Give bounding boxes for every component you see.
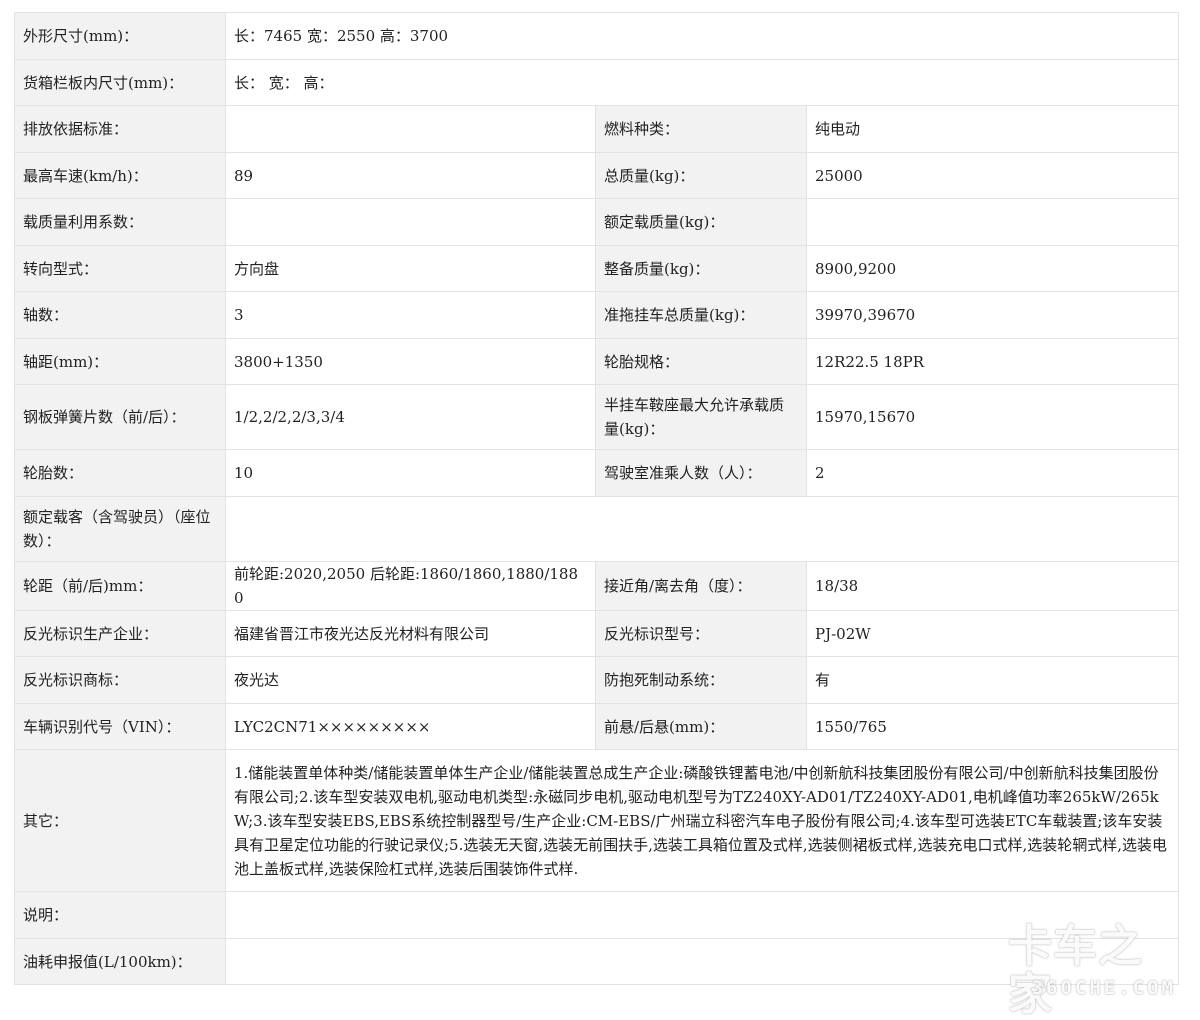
dimensions-label: 外形尺寸(mm)： bbox=[14, 12, 226, 60]
curb-mass-label: 整备质量(kg)： bbox=[595, 245, 807, 292]
tire-count-value: 10 bbox=[225, 449, 596, 497]
vehicle-spec-table: 外形尺寸(mm)： 长：7465 宽：2550 高：3700 货箱栏板内尺寸(m… bbox=[14, 12, 1180, 985]
saddle-load-value: 15970,15670 bbox=[805, 384, 1180, 450]
description-label: 说明： bbox=[14, 891, 226, 939]
fuel-consumption-label: 油耗申报值(L/100km)： bbox=[14, 938, 226, 985]
row-emission: 排放依据标准： 燃料种类： 纯电动 bbox=[14, 105, 1180, 153]
rated-load-label: 额定载质量(kg)： bbox=[595, 198, 807, 246]
approach-angle-value: 18/38 bbox=[805, 561, 1180, 611]
emission-value bbox=[225, 105, 596, 153]
reflector-brand-label: 反光标识商标： bbox=[14, 656, 226, 704]
row-axles: 轴数： 3 准拖挂车总质量(kg)： 39970,39670 bbox=[14, 291, 1180, 339]
other-label: 其它： bbox=[14, 749, 226, 892]
springs-label: 钢板弹簧片数（前/后）： bbox=[14, 384, 226, 450]
track-value: 前轮距:2020,2050 后轮距:1860/1860,1880/1880 bbox=[225, 561, 596, 611]
fuel-type-value: 纯电动 bbox=[805, 105, 1180, 153]
row-tires: 轮胎数： 10 驾驶室准乘人数（人）： 2 bbox=[14, 449, 1180, 497]
reflector-maker-value: 福建省晋江市夜光达反光材料有限公司 bbox=[225, 610, 596, 657]
passengers-value bbox=[224, 496, 1180, 562]
dimensions-value: 长：7465 宽：2550 高：3700 bbox=[224, 12, 1180, 60]
row-cargo-box: 货箱栏板内尺寸(mm)： 长： 宽： 高： bbox=[14, 59, 1180, 106]
row-load-util: 载质量利用系数： 额定载质量(kg)： bbox=[14, 198, 1180, 246]
row-passengers: 额定载客（含驾驶员）（座位数）： bbox=[14, 496, 1180, 562]
row-wheelbase: 轴距(mm)： 3800+1350 轮胎规格： 12R22.5 18PR bbox=[14, 338, 1180, 385]
load-util-value bbox=[225, 198, 596, 246]
springs-value: 1/2,2/2,2/3,3/4 bbox=[225, 384, 596, 450]
approach-angle-label: 接近角/离去角（度）： bbox=[595, 561, 807, 611]
cargo-box-value: 长： 宽： 高： bbox=[224, 59, 1180, 106]
row-description: 说明： bbox=[14, 891, 1180, 939]
row-reflector-maker: 反光标识生产企业： 福建省晋江市夜光达反光材料有限公司 反光标识型号： PJ-0… bbox=[14, 610, 1180, 657]
fuel-consumption-value bbox=[224, 938, 1180, 985]
row-reflector-brand: 反光标识商标： 夜光达 防抱死制动系统： 有 bbox=[14, 656, 1180, 704]
row-max-speed: 最高车速(km/h)： 89 总质量(kg)： 25000 bbox=[14, 152, 1180, 199]
cab-seats-label: 驾驶室准乘人数（人）： bbox=[595, 449, 807, 497]
tire-spec-value: 12R22.5 18PR bbox=[805, 338, 1180, 385]
gross-mass-label: 总质量(kg)： bbox=[595, 152, 807, 199]
wheelbase-label: 轴距(mm)： bbox=[14, 338, 226, 385]
wheelbase-value: 3800+1350 bbox=[225, 338, 596, 385]
steering-value: 方向盘 bbox=[225, 245, 596, 292]
row-steering: 转向型式： 方向盘 整备质量(kg)： 8900,9200 bbox=[14, 245, 1180, 292]
row-springs: 钢板弹簧片数（前/后）： 1/2,2/2,2/3,3/4 半挂车鞍座最大允许承载… bbox=[14, 384, 1180, 450]
emission-label: 排放依据标准： bbox=[14, 105, 226, 153]
reflector-model-value: PJ-02W bbox=[805, 610, 1180, 657]
vin-label: 车辆识别代号（VIN）： bbox=[14, 703, 226, 750]
vin-value: LYC2CN71××××××××× bbox=[225, 703, 596, 750]
gross-mass-value: 25000 bbox=[805, 152, 1180, 199]
axles-label: 轴数： bbox=[14, 291, 226, 339]
max-speed-value: 89 bbox=[225, 152, 596, 199]
overhang-label: 前悬/后悬(mm)： bbox=[595, 703, 807, 750]
fuel-type-label: 燃料种类： bbox=[595, 105, 807, 153]
load-util-label: 载质量利用系数： bbox=[14, 198, 226, 246]
cab-seats-value: 2 bbox=[805, 449, 1180, 497]
axles-value: 3 bbox=[225, 291, 596, 339]
reflector-model-label: 反光标识型号： bbox=[595, 610, 807, 657]
row-other: 其它： 1.储能装置单体种类/储能装置单体生产企业/储能装置总成生产企业:磷酸铁… bbox=[14, 749, 1180, 892]
trailer-mass-value: 39970,39670 bbox=[805, 291, 1180, 339]
row-vin: 车辆识别代号（VIN）： LYC2CN71××××××××× 前悬/后悬(mm)… bbox=[14, 703, 1180, 750]
curb-mass-value: 8900,9200 bbox=[805, 245, 1180, 292]
tire-spec-label: 轮胎规格： bbox=[595, 338, 807, 385]
cargo-box-label: 货箱栏板内尺寸(mm)： bbox=[14, 59, 226, 106]
saddle-load-label: 半挂车鞍座最大允许承载质量(kg)： bbox=[595, 384, 807, 450]
row-dimensions: 外形尺寸(mm)： 长：7465 宽：2550 高：3700 bbox=[14, 12, 1180, 60]
abs-label: 防抱死制动系统： bbox=[595, 656, 807, 704]
abs-value: 有 bbox=[805, 656, 1180, 704]
overhang-value: 1550/765 bbox=[805, 703, 1180, 750]
row-fuel-consumption: 油耗申报值(L/100km)： bbox=[14, 938, 1180, 985]
passengers-label: 额定载客（含驾驶员）（座位数）： bbox=[14, 496, 226, 562]
steering-label: 转向型式： bbox=[14, 245, 226, 292]
other-notes: 1.储能装置单体种类/储能装置单体生产企业/储能装置总成生产企业:磷酸铁锂蓄电池… bbox=[224, 749, 1180, 892]
max-speed-label: 最高车速(km/h)： bbox=[14, 152, 226, 199]
reflector-maker-label: 反光标识生产企业： bbox=[14, 610, 226, 657]
tire-count-label: 轮胎数： bbox=[14, 449, 226, 497]
row-track: 轮距（前/后)mm： 前轮距:2020,2050 后轮距:1860/1860,1… bbox=[14, 561, 1180, 611]
trailer-mass-label: 准拖挂车总质量(kg)： bbox=[595, 291, 807, 339]
rated-load-value bbox=[805, 198, 1180, 246]
track-label: 轮距（前/后)mm： bbox=[14, 561, 226, 611]
description-value bbox=[224, 891, 1180, 939]
reflector-brand-value: 夜光达 bbox=[225, 656, 596, 704]
